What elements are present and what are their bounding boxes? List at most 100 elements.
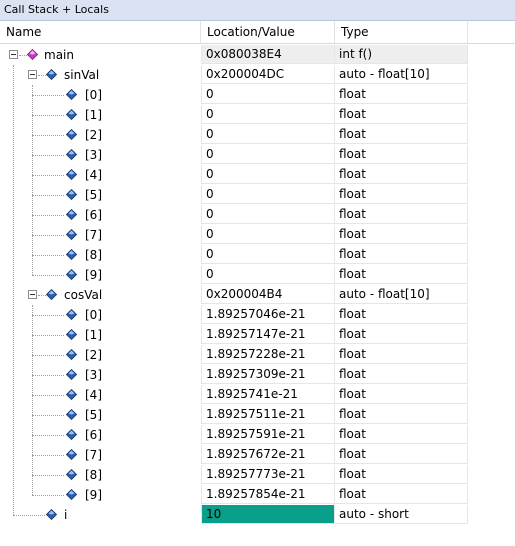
name-cell: [8]	[0, 245, 201, 265]
location-value-cell[interactable]: 0	[201, 245, 335, 264]
collapse-minus-icon[interactable]	[28, 290, 37, 299]
tree-row-cosVal[interactable]: cosVal 0x200004B4 auto - float[10]	[0, 285, 468, 305]
location-value-cell[interactable]: 0	[201, 205, 335, 224]
tree-connector	[13, 515, 45, 516]
type-cell: float	[335, 465, 468, 484]
tree-row-sinVal-8[interactable]: [8] 0 float	[0, 245, 468, 265]
tree-row-cosVal-7[interactable]: [7] 1.89257672e-21 float	[0, 445, 468, 465]
type-cell: auto - short	[335, 505, 468, 524]
tree-connector	[32, 435, 64, 436]
variable-name: [0]	[85, 88, 102, 102]
name-cell: sinVal	[0, 65, 201, 85]
collapse-minus-icon[interactable]	[28, 70, 37, 79]
tree-row-cosVal-8[interactable]: [8] 1.89257773e-21 float	[0, 465, 468, 485]
column-header-name[interactable]: Name	[0, 21, 201, 43]
location-value-cell[interactable]: 0	[201, 265, 335, 284]
type-cell: float	[335, 305, 468, 324]
tree-row-cosVal-2[interactable]: [2] 1.89257228e-21 float	[0, 345, 468, 365]
name-cell: [2]	[0, 345, 201, 365]
location-value-cell[interactable]: 0x080038E4	[201, 45, 335, 64]
variable-name: cosVal	[64, 288, 103, 302]
name-cell: [0]	[0, 305, 201, 325]
tree-connector	[32, 315, 64, 316]
tree-connector	[32, 215, 64, 216]
name-cell: [6]	[0, 205, 201, 225]
location-value-cell[interactable]: 1.89257854e-21	[201, 485, 335, 504]
tree-row-cosVal-3[interactable]: [3] 1.89257309e-21 float	[0, 365, 468, 385]
type-cell: float	[335, 125, 468, 144]
name-cell: [7]	[0, 225, 201, 245]
name-cell: [1]	[0, 325, 201, 345]
type-cell: float	[335, 405, 468, 424]
variable-diamond-icon	[66, 369, 77, 380]
variable-name: [5]	[85, 408, 102, 422]
column-header-type[interactable]: Type	[335, 21, 468, 43]
tree-connector	[32, 335, 64, 336]
variable-name: [4]	[85, 168, 102, 182]
tree-row-sinVal-7[interactable]: [7] 0 float	[0, 225, 468, 245]
column-header-location-value[interactable]: Location/Value	[201, 21, 335, 43]
location-value-cell[interactable]: 0	[201, 105, 335, 124]
tree-connector	[32, 475, 64, 476]
location-value-cell[interactable]: 1.89257046e-21	[201, 305, 335, 324]
tree-row-cosVal-0[interactable]: [0] 1.89257046e-21 float	[0, 305, 468, 325]
tree-row-cosVal-6[interactable]: [6] 1.89257591e-21 float	[0, 425, 468, 445]
tree-row-sinVal-6[interactable]: [6] 0 float	[0, 205, 468, 225]
tree-row-cosVal-4[interactable]: [4] 1.8925741e-21 float	[0, 385, 468, 405]
tree-row-cosVal-1[interactable]: [1] 1.89257147e-21 float	[0, 325, 468, 345]
type-cell: float	[335, 205, 468, 224]
type-cell: float	[335, 345, 468, 364]
tree-row-main[interactable]: main 0x080038E4 int f()	[0, 45, 468, 65]
location-value-cell[interactable]: 1.89257773e-21	[201, 465, 335, 484]
variable-name: [5]	[85, 188, 102, 202]
type-cell: float	[335, 485, 468, 504]
tree-connector	[32, 95, 64, 96]
name-cell: [9]	[0, 265, 201, 285]
location-value-cell-changed[interactable]: 10	[201, 505, 335, 524]
variable-diamond-icon	[46, 289, 57, 300]
location-value-cell[interactable]: 0	[201, 165, 335, 184]
location-value-cell[interactable]: 1.89257147e-21	[201, 325, 335, 344]
type-cell: auto - float[10]	[335, 65, 468, 84]
location-value-cell[interactable]: 0	[201, 225, 335, 244]
name-cell: [8]	[0, 465, 201, 485]
type-cell: float	[335, 385, 468, 404]
location-value-cell[interactable]: 1.89257228e-21	[201, 345, 335, 364]
variable-name: [6]	[85, 208, 102, 222]
variable-name: [7]	[85, 448, 102, 462]
tree-row-sinVal-2[interactable]: [2] 0 float	[0, 125, 468, 145]
variable-name: [3]	[85, 148, 102, 162]
tree-row-cosVal-5[interactable]: [5] 1.89257511e-21 float	[0, 405, 468, 425]
variable-name: i	[64, 508, 68, 522]
name-cell: [0]	[0, 85, 201, 105]
location-value-cell[interactable]: 0x200004B4	[201, 285, 335, 304]
tree-row-sinVal-1[interactable]: [1] 0 float	[0, 105, 468, 125]
location-value-cell[interactable]: 0	[201, 145, 335, 164]
location-value-cell[interactable]: 1.89257511e-21	[201, 405, 335, 424]
variable-name: [9]	[85, 268, 102, 282]
collapse-minus-icon[interactable]	[9, 50, 18, 59]
tree-connector	[32, 495, 64, 496]
tree-row-cosVal-9[interactable]: [9] 1.89257854e-21 float	[0, 485, 468, 505]
tree-row-sinVal-4[interactable]: [4] 0 float	[0, 165, 468, 185]
tree-connector	[38, 75, 46, 76]
tree-connector	[38, 295, 46, 296]
tree-row-sinVal-9[interactable]: [9] 0 float	[0, 265, 468, 285]
tree-connector	[32, 415, 64, 416]
tree-row-sinVal-3[interactable]: [3] 0 float	[0, 145, 468, 165]
location-value-cell[interactable]: 1.8925741e-21	[201, 385, 335, 404]
location-value-cell[interactable]: 0	[201, 185, 335, 204]
tree-row-sinVal-5[interactable]: [5] 0 float	[0, 185, 468, 205]
tree-connector	[32, 275, 64, 276]
tree-connector	[19, 55, 27, 56]
location-value-cell[interactable]: 1.89257309e-21	[201, 365, 335, 384]
location-value-cell[interactable]: 1.89257672e-21	[201, 445, 335, 464]
tree-row-sinVal[interactable]: sinVal 0x200004DC auto - float[10]	[0, 65, 468, 85]
function-diamond-icon	[27, 49, 38, 60]
tree-row-i[interactable]: i 10 auto - short	[0, 505, 468, 525]
location-value-cell[interactable]: 1.89257591e-21	[201, 425, 335, 444]
location-value-cell[interactable]: 0	[201, 125, 335, 144]
tree-row-sinVal-0[interactable]: [0] 0 float	[0, 85, 468, 105]
location-value-cell[interactable]: 0x200004DC	[201, 65, 335, 84]
location-value-cell[interactable]: 0	[201, 85, 335, 104]
